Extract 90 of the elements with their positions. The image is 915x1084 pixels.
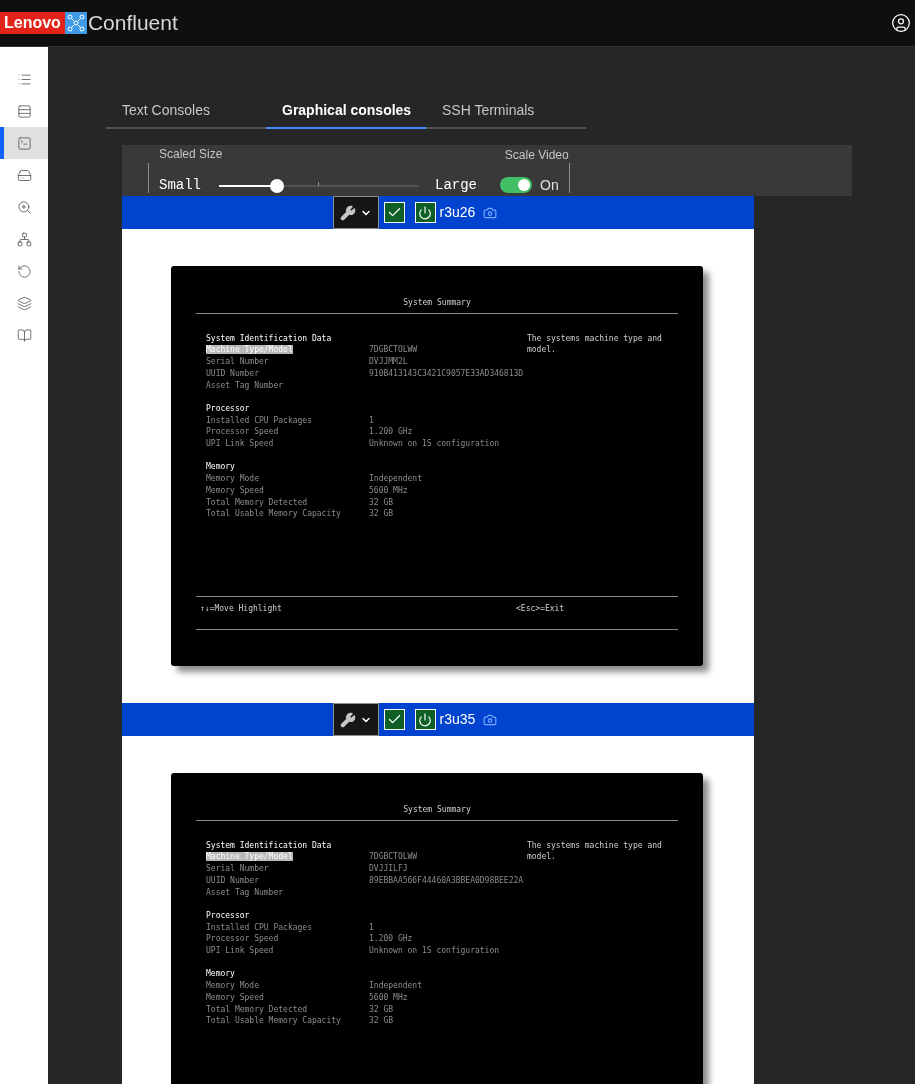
console-name: r3u35 bbox=[439, 710, 476, 729]
toggle-state: On bbox=[540, 175, 559, 195]
field-value: 1 bbox=[369, 414, 374, 427]
slider-min-label: Small bbox=[159, 176, 202, 195]
section-heading: Memory bbox=[206, 461, 236, 474]
section-heading: System Identification Data bbox=[206, 332, 333, 345]
field-value: DVJJMM2L bbox=[369, 356, 408, 368]
field-value: 7DGBCTOLWW bbox=[369, 344, 418, 357]
field-label: Total Memory Detected bbox=[206, 497, 308, 507]
size-slider[interactable] bbox=[219, 178, 419, 193]
tab[interactable]: SSH Terminals bbox=[426, 99, 586, 129]
rows-icon bbox=[16, 103, 32, 119]
power-icon bbox=[418, 712, 433, 727]
field-value: 32 GB bbox=[369, 1003, 394, 1016]
field-value: 32 GB bbox=[369, 508, 394, 520]
field-value: 32 GB bbox=[369, 1015, 394, 1027]
field-label: Serial Number bbox=[206, 357, 269, 367]
field-label: Asset Tag Number bbox=[206, 380, 284, 390]
field-value: 5600 MHz bbox=[369, 484, 408, 497]
tools-dropdown[interactable] bbox=[332, 196, 379, 229]
footer-hint: <Esc>=Exit bbox=[516, 603, 565, 615]
field-value: 7DGBCTOLWW bbox=[369, 851, 418, 864]
field-value: 1 bbox=[369, 921, 374, 934]
field-label: Installed CPU Packages bbox=[206, 415, 312, 425]
tab[interactable]: Graphical consoles bbox=[266, 99, 426, 129]
field-label: Total Memory Detected bbox=[206, 1004, 308, 1014]
terminal-icon bbox=[16, 135, 32, 151]
slider-max-label: Large bbox=[435, 176, 477, 195]
section-heading: Memory bbox=[206, 968, 236, 981]
console-name: r3u26 bbox=[439, 203, 476, 222]
section-heading: Processor bbox=[206, 402, 251, 415]
camera-icon[interactable] bbox=[483, 712, 498, 727]
help-text: The systems machine type and model. bbox=[526, 332, 663, 357]
layers-icon bbox=[16, 295, 32, 311]
screen-title: System Summary bbox=[403, 297, 471, 309]
field-label: Processor Speed bbox=[206, 427, 279, 437]
network-logo-icon bbox=[64, 12, 87, 34]
tools-dropdown[interactable] bbox=[332, 703, 379, 736]
field-label: UPI Link Speed bbox=[206, 439, 274, 448]
restore-icon bbox=[16, 263, 32, 279]
checkbox[interactable] bbox=[383, 202, 405, 223]
footer-hint: ↑↓=Move Highlight bbox=[200, 603, 283, 615]
field-label: Memory Speed bbox=[206, 992, 264, 1002]
field-value: 1.200 GHz bbox=[369, 426, 413, 438]
toggle-switch[interactable] bbox=[500, 177, 532, 193]
book-icon bbox=[16, 327, 32, 343]
wrench-icon bbox=[339, 204, 356, 221]
field-value: 5600 MHz bbox=[369, 991, 408, 1004]
camera-icon[interactable] bbox=[483, 205, 498, 220]
field-value: 910B413143C3421C9057E33AD346813D bbox=[369, 367, 524, 380]
field-label: UUID Number bbox=[206, 875, 259, 885]
screen-title: System Summary bbox=[403, 804, 471, 816]
field-value: Independent bbox=[369, 473, 422, 485]
field-label: Total Usable Memory Capacity bbox=[206, 1016, 341, 1026]
control-label: Scaled Size bbox=[159, 146, 224, 163]
field-label: Memory Mode bbox=[206, 981, 259, 991]
list-icon bbox=[16, 71, 32, 87]
brand-logo: Lenovo bbox=[0, 12, 65, 34]
sidebar-item[interactable] bbox=[0, 127, 48, 159]
field-value: Unknown on 1S configuration bbox=[369, 438, 500, 450]
field-value: 32 GB bbox=[369, 496, 394, 509]
field-label: Memory Speed bbox=[206, 485, 264, 495]
section-heading: System Identification Data bbox=[206, 839, 333, 852]
tab[interactable]: Text Consoles bbox=[106, 99, 266, 129]
checkbox[interactable] bbox=[383, 709, 405, 730]
product-name: Confluent bbox=[87, 10, 178, 37]
field-value: DVJJILFJ bbox=[369, 863, 408, 875]
network-icon bbox=[16, 231, 32, 247]
user-icon[interactable] bbox=[891, 13, 911, 33]
field-label: UPI Link Speed bbox=[206, 946, 274, 955]
field-value: Independent bbox=[369, 980, 422, 992]
field-label: Memory Mode bbox=[206, 474, 259, 484]
section-heading: Processor bbox=[206, 909, 251, 922]
field-label: Total Usable Memory Capacity bbox=[206, 509, 341, 519]
wrench-icon bbox=[339, 711, 356, 728]
field-label: Processor Speed bbox=[206, 934, 279, 944]
power-button[interactable] bbox=[414, 202, 436, 223]
field-value: 89EBBAA566F44460A3BBEA0D98BEE22A bbox=[369, 874, 524, 887]
field-value: Unknown on 1S configuration bbox=[369, 945, 500, 957]
field-label: Installed CPU Packages bbox=[206, 922, 312, 932]
field-label: Serial Number bbox=[206, 864, 269, 874]
power-icon bbox=[418, 205, 433, 220]
help-text: The systems machine type and model. bbox=[526, 839, 663, 864]
field-label: UUID Number bbox=[206, 368, 259, 378]
power-button[interactable] bbox=[414, 709, 436, 730]
field-value: 1.200 GHz bbox=[369, 933, 413, 945]
drive-icon bbox=[16, 167, 32, 183]
field-label: Asset Tag Number bbox=[206, 887, 284, 897]
magnifier-icon bbox=[16, 199, 32, 215]
control-label: Scale Video bbox=[504, 146, 569, 164]
